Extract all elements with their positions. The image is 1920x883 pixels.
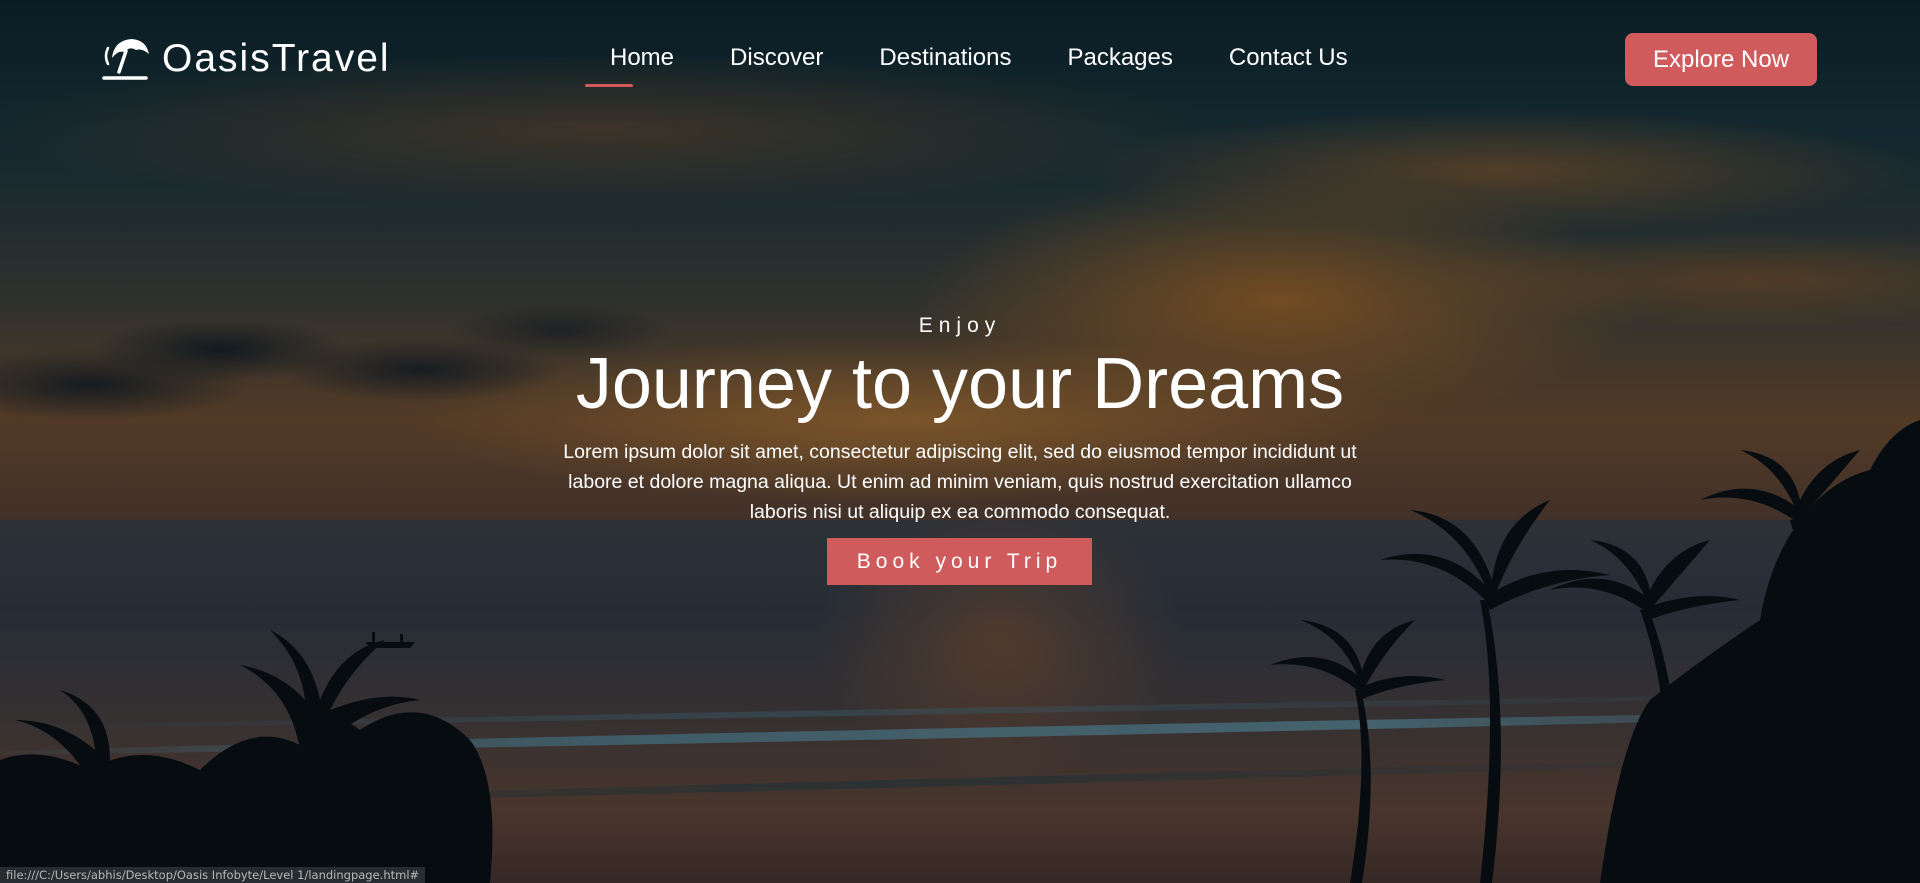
beach-umbrella-icon <box>102 39 149 80</box>
explore-now-button[interactable]: Explore Now <box>1625 33 1817 86</box>
main-nav: Home Discover Destinations Packages Cont… <box>584 44 1348 87</box>
browser-status-url: file:///C:/Users/abhis/Desktop/Oasis Inf… <box>0 867 426 883</box>
brand-logo[interactable]: OasisTravel <box>102 34 391 84</box>
nav-item-destinations[interactable]: Destinations <box>879 44 1011 72</box>
nav-item-contact-us[interactable]: Contact Us <box>1229 44 1348 72</box>
brand-name: OasisTravel <box>162 37 391 80</box>
nav-item-discover[interactable]: Discover <box>730 44 823 72</box>
book-your-trip-button[interactable]: Book your Trip <box>827 538 1092 585</box>
nav-item-packages[interactable]: Packages <box>1067 44 1172 72</box>
navbar: OasisTravel Home Discover Destinations P… <box>0 0 1920 120</box>
nav-item-home[interactable]: Home <box>584 44 674 87</box>
hero-title: Journey to your Dreams <box>575 344 1345 424</box>
hero-description: Lorem ipsum dolor sit amet, consectetur … <box>563 441 1357 523</box>
hero-eyebrow: Enjoy <box>918 314 1002 337</box>
